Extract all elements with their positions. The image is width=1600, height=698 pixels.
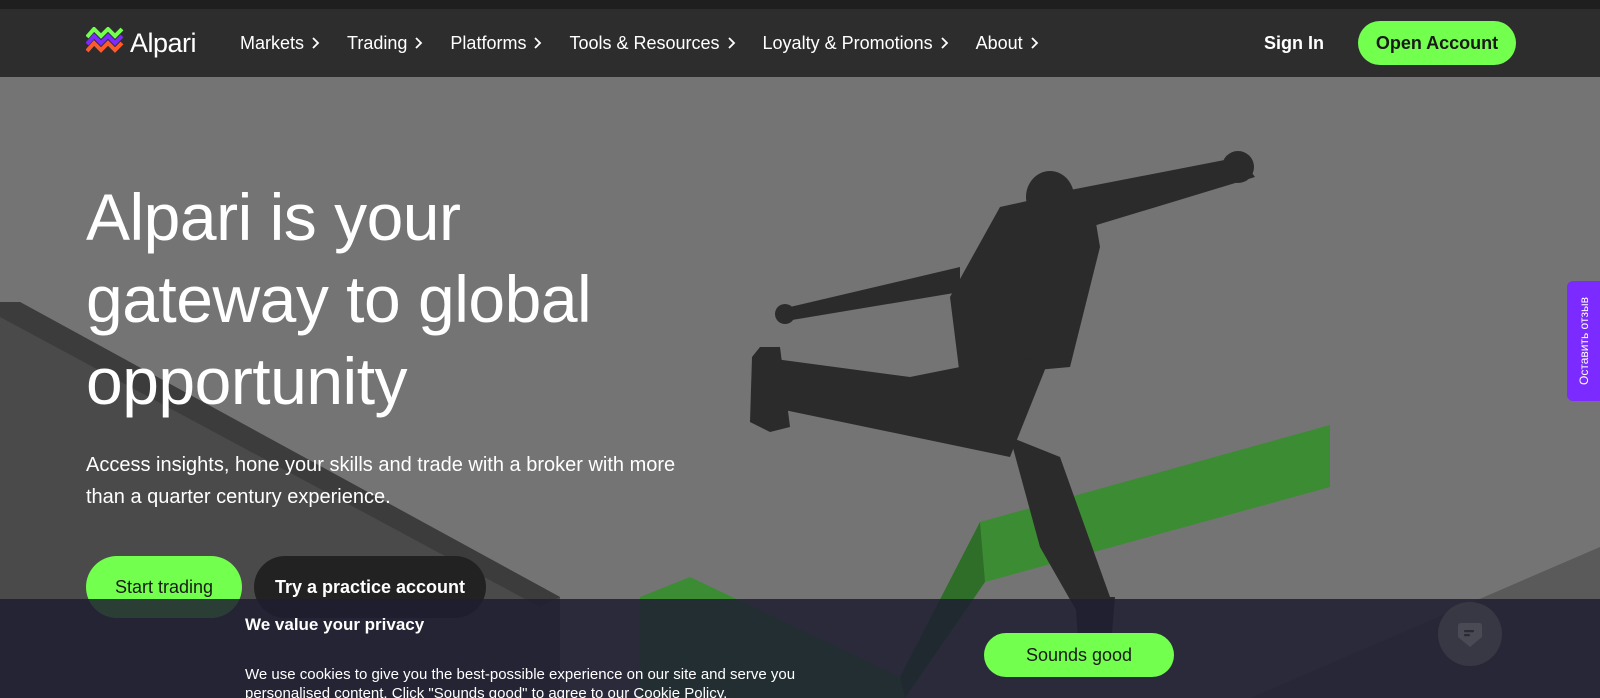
chevron-right-icon xyxy=(727,37,735,49)
chevron-right-icon xyxy=(1031,37,1038,49)
chevron-right-icon xyxy=(415,37,423,49)
chevron-right-icon xyxy=(940,37,948,49)
nav-item-tools-resources[interactable]: Tools & Resources xyxy=(569,33,735,54)
feedback-tab[interactable]: Оставить отзыв xyxy=(1567,281,1600,401)
nav-item-label: Markets xyxy=(240,32,305,53)
cookie-text: We use cookies to give you the best-poss… xyxy=(245,666,796,698)
chat-icon xyxy=(1458,623,1482,647)
header-actions: Sign In Open Account xyxy=(1264,21,1516,65)
alpari-logo-icon xyxy=(86,27,124,53)
hero-title: Alpari is your gateway to global opportu… xyxy=(86,180,592,418)
sign-in-link[interactable]: Sign In xyxy=(1264,33,1324,54)
nav-item-label: Trading xyxy=(347,32,408,53)
logo[interactable]: Alpari xyxy=(86,27,197,59)
main-nav: Markets Trading Platforms Tools & Resour… xyxy=(240,33,1039,54)
chevron-right-icon xyxy=(312,37,320,49)
cookie-title: We value your privacy xyxy=(245,615,425,634)
feedback-tab-label: Оставить отзыв xyxy=(1576,297,1591,385)
hero-subtitle: Access insights, hone your skills and tr… xyxy=(86,454,676,508)
sounds-good-button[interactable]: Sounds good xyxy=(984,633,1174,677)
cookie-banner: We value your privacy We use cookies to … xyxy=(0,599,1600,698)
nav-item-loyalty-promotions[interactable]: Loyalty & Promotions xyxy=(763,33,949,54)
chat-widget-button[interactable] xyxy=(1438,602,1502,666)
logo-text: Alpari xyxy=(130,27,197,58)
nav-item-label: Tools & Resources xyxy=(569,32,720,53)
nav-item-label: Platforms xyxy=(450,32,527,53)
nav-item-label: About xyxy=(975,32,1023,53)
nav-item-label: Loyalty & Promotions xyxy=(762,32,933,53)
nav-item-platforms[interactable]: Platforms xyxy=(450,33,542,54)
chevron-right-icon xyxy=(534,37,542,49)
nav-item-about[interactable]: About xyxy=(976,33,1039,54)
nav-item-trading[interactable]: Trading xyxy=(347,33,423,54)
top-strip xyxy=(0,0,1600,9)
open-account-button[interactable]: Open Account xyxy=(1358,21,1516,65)
site-header: Alpari Markets Trading Platforms Tools &… xyxy=(0,9,1600,77)
nav-item-markets[interactable]: Markets xyxy=(240,33,320,54)
